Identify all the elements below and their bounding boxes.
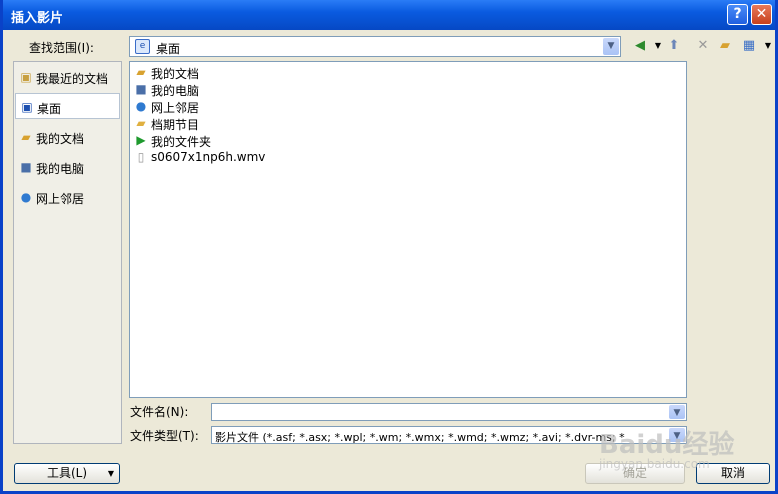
filetype-value: 影片文件 (*.asf; *.asx; *.wpl; *.wm; *.wmx; …	[215, 431, 625, 444]
place-label: 我最近的文档	[36, 72, 109, 86]
wmv-file-icon: ▯	[137, 150, 145, 164]
new-folder-icon[interactable]: ▰	[716, 37, 734, 55]
network-icon: ●	[135, 99, 147, 113]
chevron-down-icon: ▼	[107, 469, 114, 478]
place-label: 网上邻居	[36, 192, 85, 206]
filename-input[interactable]: ▼	[211, 403, 687, 421]
place-network[interactable]: ● 网上邻居	[15, 184, 120, 210]
place-label: 我的文档	[36, 132, 85, 146]
dialog-title: 插入影片	[11, 11, 64, 26]
watermark-url: jingyan.baidu.com	[599, 457, 710, 471]
my-documents-icon: ▰	[21, 130, 31, 144]
views-dropdown-icon[interactable]: ▼	[759, 37, 777, 55]
place-label: 我的电脑	[36, 162, 85, 176]
file-name: 档期节目	[151, 118, 200, 132]
recent-icon: ▣	[20, 70, 32, 84]
title-bar: 插入影片 ? ✕	[3, 0, 775, 30]
file-name: s0607x1np6h.wmv	[151, 150, 266, 164]
file-list: ▰ 我的文档 ■ 我的电脑 ● 网上邻居 ▰ 档期节目 ▶ 我的文件夹 ▯ s0…	[129, 61, 687, 398]
lookin-label: 查找范围(I):	[29, 41, 94, 55]
places-bar: ▣ 我最近的文档 ▣ 桌面 ▰ 我的文档 ■ 我的电脑 ● 网上邻居	[13, 61, 122, 444]
my-documents-icon: ▰	[136, 65, 146, 79]
my-computer-icon: ■	[20, 160, 32, 174]
file-name: 网上邻居	[151, 101, 200, 115]
desktop-icon: e	[135, 39, 150, 54]
insert-movie-dialog: 插入影片 ? ✕ 查找范围(I): e 桌面 ▼ ◀ ▼ ⬆ ✕ ▰ ▦ ▼ ▣…	[0, 0, 778, 494]
delete-icon[interactable]: ✕	[694, 37, 712, 55]
watermark-brand: Baidu经验	[599, 430, 735, 460]
lookin-value: 桌面	[156, 42, 181, 56]
place-my-documents[interactable]: ▰ 我的文档	[15, 124, 120, 150]
desktop-icon: ▣	[21, 100, 33, 114]
up-folder-icon[interactable]: ⬆	[665, 37, 683, 55]
my-computer-icon: ■	[135, 82, 147, 96]
views-icon[interactable]: ▦	[740, 37, 758, 55]
place-desktop[interactable]: ▣ 桌面	[15, 93, 120, 119]
folder-icon: ▰	[136, 116, 146, 130]
network-icon: ●	[20, 190, 32, 204]
place-my-computer[interactable]: ■ 我的电脑	[15, 154, 120, 180]
tools-label: 工具(L)	[46, 466, 88, 480]
back-icon[interactable]: ◀	[631, 37, 649, 55]
file-name: 我的文档	[151, 67, 200, 81]
help-button[interactable]: ?	[727, 4, 748, 25]
chevron-down-icon[interactable]: ▼	[669, 405, 685, 419]
place-label: 桌面	[37, 102, 62, 116]
cancel-label: 取消	[720, 466, 745, 480]
file-name: 我的文件夹	[151, 135, 212, 149]
lookin-select[interactable]: e 桌面 ▼	[129, 36, 621, 57]
file-name: 我的电脑	[151, 84, 200, 98]
close-button[interactable]: ✕	[751, 4, 772, 25]
play-icon: ▶	[136, 133, 146, 147]
filetype-label: 文件类型(T):	[130, 429, 199, 443]
place-recent[interactable]: ▣ 我最近的文档	[15, 64, 120, 90]
chevron-down-icon[interactable]: ▼	[603, 38, 619, 55]
filename-label: 文件名(N):	[130, 405, 189, 419]
tools-button[interactable]: 工具(L) ▼	[14, 463, 120, 484]
